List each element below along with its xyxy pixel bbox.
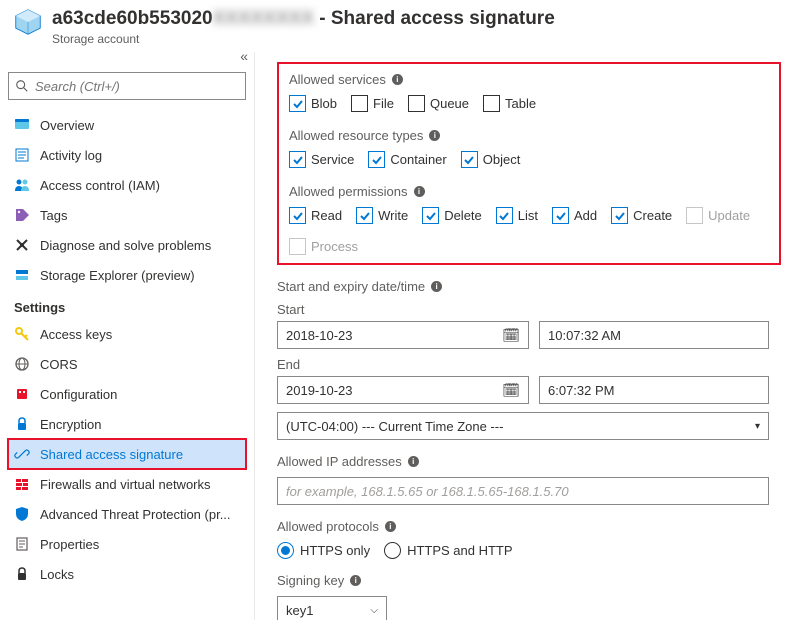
storage-explorer-icon: [14, 267, 30, 283]
start-label: Start: [277, 302, 781, 317]
signing-key-title: Signing keyi: [277, 573, 781, 588]
shield-icon: [14, 506, 30, 522]
sidebar: « Overview Activity log Access control (…: [0, 52, 255, 620]
checkbox-read[interactable]: Read: [289, 207, 342, 224]
checkbox-container[interactable]: Container: [368, 151, 446, 168]
sidebar-item-tags[interactable]: Tags: [8, 200, 246, 230]
properties-icon: [14, 536, 30, 552]
start-date-input[interactable]: 2018-10-23🗓: [277, 321, 529, 349]
page-title: a63cde60b553020XXXXXXXX - Shared access …: [52, 8, 555, 30]
info-icon[interactable]: i: [431, 281, 442, 292]
sidebar-item-properties[interactable]: Properties: [8, 529, 246, 559]
firewall-icon: [14, 476, 30, 492]
protocols-row: HTTPS only HTTPS and HTTP: [277, 542, 781, 559]
info-icon[interactable]: i: [350, 575, 361, 586]
allowed-resource-types-title: Allowed resource typesi: [289, 128, 769, 143]
start-time-input[interactable]: 10:07:32 AM: [539, 321, 769, 349]
info-icon[interactable]: i: [385, 521, 396, 532]
lock-icon: [14, 416, 30, 432]
calendar-icon: 🗓: [502, 382, 520, 399]
chevron-down-icon: ▾: [755, 421, 760, 432]
checkbox-write[interactable]: Write: [356, 207, 408, 224]
sidebar-item-locks[interactable]: Locks: [8, 559, 246, 589]
sidebar-item-encryption[interactable]: Encryption: [8, 409, 246, 439]
checkbox-blob[interactable]: Blob: [289, 95, 337, 112]
overview-icon: [14, 117, 30, 133]
sidebar-item-iam[interactable]: Access control (IAM): [8, 170, 246, 200]
sidebar-item-configuration[interactable]: Configuration: [8, 379, 246, 409]
link-icon: [14, 446, 30, 462]
end-label: End: [277, 357, 781, 372]
main-content: Allowed servicesi Blob File Queue Table …: [255, 52, 799, 620]
collapse-sidebar-button[interactable]: «: [240, 48, 248, 64]
timezone-select[interactable]: (UTC-04:00) --- Current Time Zone ---▾: [277, 412, 769, 440]
checkbox-queue[interactable]: Queue: [408, 95, 469, 112]
checkbox-object[interactable]: Object: [461, 151, 521, 168]
iam-icon: [14, 177, 30, 193]
sidebar-item-atp[interactable]: Advanced Threat Protection (pr...: [8, 499, 246, 529]
checkbox-service[interactable]: Service: [289, 151, 354, 168]
page-subtitle: Storage account: [52, 32, 555, 46]
end-date-input[interactable]: 2019-10-23🗓: [277, 376, 529, 404]
activity-log-icon: [14, 147, 30, 163]
info-icon[interactable]: i: [408, 456, 419, 467]
cors-icon: [14, 356, 30, 372]
checkbox-process: Process: [289, 238, 358, 255]
radio-https-and-http[interactable]: HTTPS and HTTP: [384, 542, 512, 559]
checkbox-list[interactable]: List: [496, 207, 538, 224]
radio-https-only[interactable]: HTTPS only: [277, 542, 370, 559]
checkbox-table[interactable]: Table: [483, 95, 536, 112]
info-icon[interactable]: i: [414, 186, 425, 197]
checkbox-file[interactable]: File: [351, 95, 394, 112]
diagnose-icon: [14, 237, 30, 253]
datetime-title: Start and expiry date/timei: [277, 279, 781, 294]
ip-title: Allowed IP addressesi: [277, 454, 781, 469]
allowed-resource-types-row: Service Container Object: [289, 151, 769, 168]
key-icon: [14, 326, 30, 342]
sidebar-item-firewalls[interactable]: Firewalls and virtual networks: [8, 469, 246, 499]
sidebar-item-diagnose[interactable]: Diagnose and solve problems: [8, 230, 246, 260]
sidebar-item-access-keys[interactable]: Access keys: [8, 319, 246, 349]
search-field[interactable]: [35, 79, 239, 94]
storage-icon: [14, 8, 42, 36]
signing-key-select[interactable]: key1⌵: [277, 596, 387, 620]
sidebar-section-settings: Settings: [8, 290, 246, 319]
page-header: a63cde60b553020XXXXXXXX - Shared access …: [0, 0, 799, 52]
highlighted-permissions-block: Allowed servicesi Blob File Queue Table …: [277, 62, 781, 265]
configuration-icon: [14, 386, 30, 402]
search-input[interactable]: [8, 72, 246, 100]
allowed-permissions-title: Allowed permissionsi: [289, 184, 769, 199]
allowed-permissions-row: Read Write Delete List Add Create Update…: [289, 207, 769, 255]
sidebar-item-sas[interactable]: Shared access signature: [8, 439, 246, 469]
locks-icon: [14, 566, 30, 582]
protocols-title: Allowed protocolsi: [277, 519, 781, 534]
ip-input[interactable]: for example, 168.1.5.65 or 168.1.5.65-16…: [277, 477, 769, 505]
info-icon[interactable]: i: [429, 130, 440, 141]
checkbox-add[interactable]: Add: [552, 207, 597, 224]
checkbox-create[interactable]: Create: [611, 207, 672, 224]
sidebar-item-overview[interactable]: Overview: [8, 110, 246, 140]
info-icon[interactable]: i: [392, 74, 403, 85]
sidebar-item-activity-log[interactable]: Activity log: [8, 140, 246, 170]
checkbox-delete[interactable]: Delete: [422, 207, 482, 224]
allowed-services-title: Allowed servicesi: [289, 72, 769, 87]
search-icon: [15, 79, 29, 93]
calendar-icon: 🗓: [502, 327, 520, 344]
tags-icon: [14, 207, 30, 223]
allowed-services-row: Blob File Queue Table: [289, 95, 769, 112]
sidebar-item-explorer[interactable]: Storage Explorer (preview): [8, 260, 246, 290]
end-time-input[interactable]: 6:07:32 PM: [539, 376, 769, 404]
checkbox-update: Update: [686, 207, 750, 224]
sidebar-item-cors[interactable]: CORS: [8, 349, 246, 379]
